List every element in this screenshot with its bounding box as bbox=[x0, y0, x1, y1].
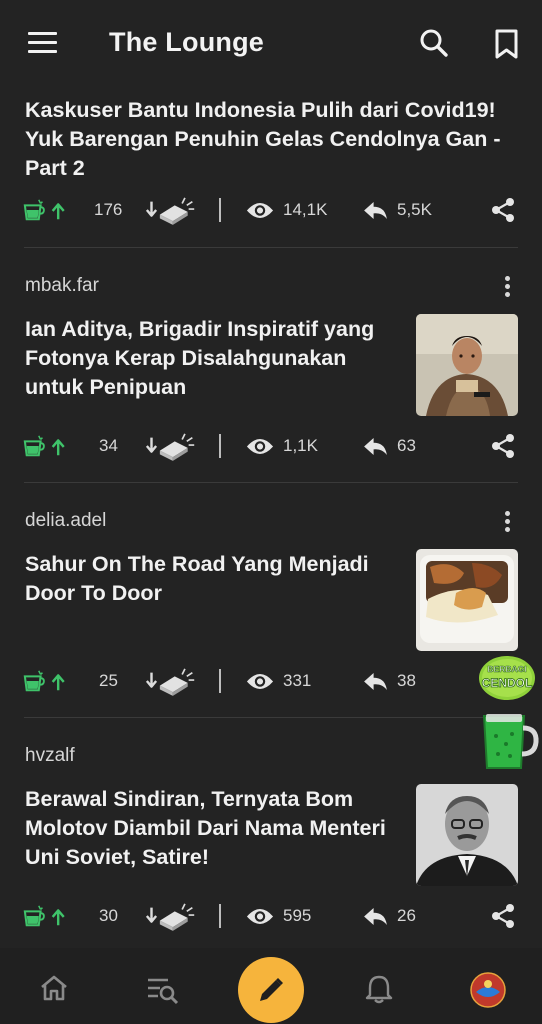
app-bar: The Lounge bbox=[0, 0, 542, 90]
thread-card[interactable]: Kaskuser Bantu Indonesia Pulih dari Covi… bbox=[0, 90, 542, 248]
cendol-upvote-button[interactable] bbox=[23, 664, 73, 698]
eye-icon bbox=[246, 672, 274, 691]
thread-thumbnail[interactable] bbox=[416, 549, 518, 651]
views-stat: 1,1K bbox=[246, 429, 318, 463]
hamburger-menu-icon[interactable] bbox=[28, 32, 58, 56]
replies-count: 26 bbox=[397, 906, 416, 925]
bata-downvote-button[interactable] bbox=[145, 429, 197, 463]
views-stat: 331 bbox=[246, 664, 311, 698]
thread-stats: 34 1,1K 63 bbox=[0, 429, 542, 463]
reply-arrow-icon bbox=[363, 437, 388, 456]
bell-icon[interactable] bbox=[365, 974, 393, 1004]
cendol-upvote-button[interactable] bbox=[23, 899, 73, 933]
eye-icon bbox=[246, 437, 274, 456]
cendol-glass-upvote-icon bbox=[23, 197, 73, 223]
replies-stat: 63 bbox=[363, 429, 416, 463]
home-icon[interactable] bbox=[39, 974, 69, 1002]
thread-title[interactable]: Sahur On The Road Yang Menjadi Door To D… bbox=[25, 550, 395, 608]
thread-card[interactable]: mbak.far Ian Aditya, Brigadir Inspiratif… bbox=[0, 248, 542, 483]
more-vertical-icon[interactable] bbox=[502, 511, 512, 533]
thread-thumbnail[interactable] bbox=[416, 784, 518, 886]
views-count: 14,1K bbox=[283, 200, 328, 219]
cendol-upvote-button[interactable] bbox=[23, 193, 73, 227]
views-count: 331 bbox=[283, 671, 312, 690]
author-name[interactable]: mbak.far bbox=[25, 275, 99, 297]
replies-stat: 5,5K bbox=[363, 193, 432, 227]
berbagi-cendol-badge[interactable]: BERBAGI CENDOL bbox=[478, 655, 536, 701]
divider bbox=[219, 434, 221, 458]
author-name[interactable]: delia.adel bbox=[25, 510, 106, 532]
share-icon bbox=[490, 433, 516, 459]
reply-arrow-icon bbox=[363, 201, 388, 220]
bata-brick-downvote-icon bbox=[145, 431, 197, 461]
cendol-glass-upvote-icon bbox=[23, 903, 73, 929]
bata-brick-downvote-icon bbox=[145, 666, 197, 696]
pencil-icon bbox=[260, 978, 283, 1001]
share-button[interactable] bbox=[490, 899, 516, 933]
avatar[interactable] bbox=[470, 972, 506, 1008]
bata-brick-downvote-icon bbox=[145, 195, 197, 225]
author-name[interactable]: hvzalf bbox=[25, 745, 75, 767]
cendol-count: 176 bbox=[94, 200, 123, 219]
thread-card[interactable]: hvzalf Berawal Sindiran, Ternyata Bom Mo… bbox=[0, 718, 542, 958]
more-vertical-icon[interactable] bbox=[502, 276, 512, 298]
search-icon[interactable] bbox=[418, 28, 450, 60]
replies-stat: 38 bbox=[363, 664, 416, 698]
cendol-glass-upvote-icon bbox=[23, 668, 73, 694]
thread-title[interactable]: Ian Aditya, Brigadir Inspiratif yang Fot… bbox=[25, 315, 395, 402]
bata-downvote-button[interactable] bbox=[145, 899, 197, 933]
views-count: 1,1K bbox=[283, 436, 318, 455]
list-search-icon[interactable] bbox=[146, 976, 180, 1006]
eye-icon bbox=[246, 907, 274, 926]
replies-count: 63 bbox=[397, 436, 416, 455]
thread-stats: 30 595 26 bbox=[0, 899, 542, 933]
replies-stat: 26 bbox=[363, 899, 416, 933]
share-button[interactable] bbox=[490, 193, 516, 227]
cendol-count: 30 bbox=[99, 906, 118, 925]
create-thread-button[interactable] bbox=[238, 957, 304, 1023]
views-stat: 14,1K bbox=[246, 193, 327, 227]
bata-downvote-button[interactable] bbox=[145, 193, 197, 227]
thread-title[interactable]: Kaskuser Bantu Indonesia Pulih dari Covi… bbox=[25, 96, 525, 183]
cendol-glass-icon[interactable] bbox=[478, 710, 540, 772]
thread-title[interactable]: Berawal Sindiran, Ternyata Bom Molotov D… bbox=[25, 785, 395, 872]
replies-count: 38 bbox=[397, 671, 416, 690]
replies-count: 5,5K bbox=[397, 200, 432, 219]
share-button[interactable] bbox=[490, 429, 516, 463]
thread-thumbnail[interactable] bbox=[416, 314, 518, 416]
cendol-count: 25 bbox=[99, 671, 118, 690]
thread-card[interactable]: delia.adel Sahur On The Road Yang Menjad… bbox=[0, 483, 542, 718]
views-count: 595 bbox=[283, 906, 312, 925]
thread-stats: 25 331 38 bbox=[0, 664, 542, 698]
thread-feed: Kaskuser Bantu Indonesia Pulih dari Covi… bbox=[0, 90, 542, 958]
divider bbox=[219, 669, 221, 693]
thread-stats: 176 14,1K 5,5K bbox=[0, 193, 542, 227]
page-title: The Lounge bbox=[109, 27, 264, 57]
reply-arrow-icon bbox=[363, 907, 388, 926]
share-icon bbox=[490, 197, 516, 223]
divider bbox=[219, 904, 221, 928]
eye-icon bbox=[246, 201, 274, 220]
bookmark-icon[interactable] bbox=[491, 28, 523, 60]
badge-line2: CENDOL bbox=[482, 676, 533, 690]
cendol-count: 34 bbox=[99, 436, 118, 455]
divider bbox=[219, 198, 221, 222]
badge-line1: BERBAGI bbox=[487, 664, 526, 674]
bata-downvote-button[interactable] bbox=[145, 664, 197, 698]
reply-arrow-icon bbox=[363, 672, 388, 691]
cendol-upvote-button[interactable] bbox=[23, 429, 73, 463]
bata-brick-downvote-icon bbox=[145, 901, 197, 931]
cendol-glass-upvote-icon bbox=[23, 433, 73, 459]
share-icon bbox=[490, 903, 516, 929]
views-stat: 595 bbox=[246, 899, 311, 933]
